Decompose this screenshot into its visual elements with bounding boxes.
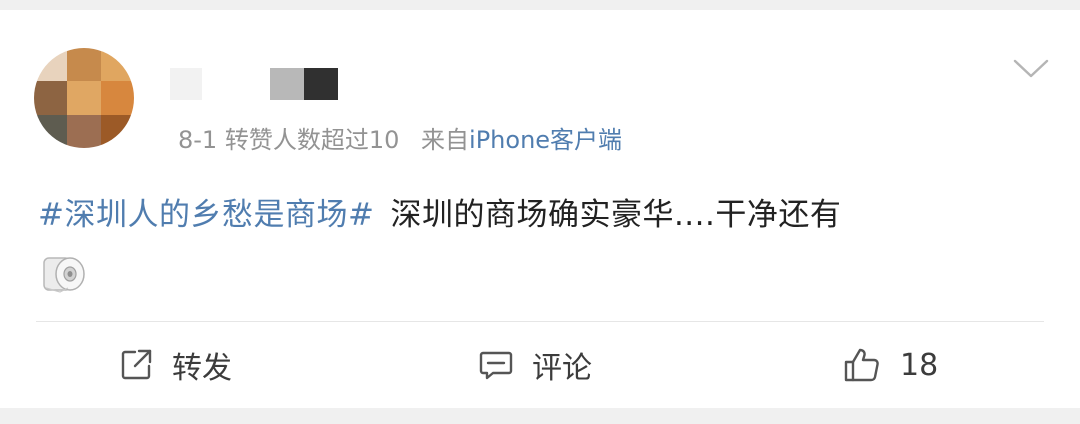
repost-label: 转发 [172, 351, 232, 386]
chevron-down-icon[interactable] [1012, 58, 1050, 80]
avatar-pixel [100, 81, 134, 115]
avatar-pixel [100, 48, 134, 82]
avatar-pixel [67, 48, 101, 82]
repost-note: 转赞人数超过10 [224, 126, 400, 154]
topic-link[interactable]: #深圳人的乡愁是商场# [38, 197, 374, 233]
comment-button[interactable]: 评论 [478, 340, 592, 390]
post-card: 8-1 转赞人数超过10 来自iPhone客户端 #深圳人的乡愁是商场# 深圳的商… [0, 10, 1080, 408]
avatar-pixel [100, 114, 134, 148]
divider [36, 321, 1044, 322]
username-redacted-block[interactable] [304, 68, 338, 100]
post-text: 深圳的商场确实豪华....干净还有 [390, 197, 842, 233]
thumbs-up-icon [844, 348, 879, 382]
share-icon [121, 349, 152, 380]
post-content: #深圳人的乡愁是商场# 深圳的商场确实豪华....干净还有 [38, 190, 841, 240]
avatar-pixel [67, 114, 101, 148]
post-meta: 8-1 转赞人数超过10 来自iPhone客户端 [178, 124, 622, 156]
like-count: 18 [900, 347, 939, 383]
source-prefix: 来自 [421, 126, 470, 154]
comment-label: 评论 [532, 351, 592, 386]
toilet-paper-icon [43, 257, 85, 293]
username-redacted-block[interactable] [270, 68, 304, 100]
avatar-pixel [34, 81, 68, 115]
repost-button[interactable]: 转发 [118, 340, 232, 390]
post-date: 8-1 [178, 126, 218, 154]
avatar-pixel [34, 114, 68, 148]
avatar-pixel [67, 81, 101, 115]
comment-icon [479, 351, 513, 380]
avatar[interactable] [34, 48, 134, 148]
like-button[interactable]: 18 [842, 340, 938, 390]
device-link[interactable]: iPhone客户端 [469, 126, 622, 154]
username-redacted-block[interactable] [170, 68, 202, 100]
avatar-pixel [34, 48, 68, 82]
